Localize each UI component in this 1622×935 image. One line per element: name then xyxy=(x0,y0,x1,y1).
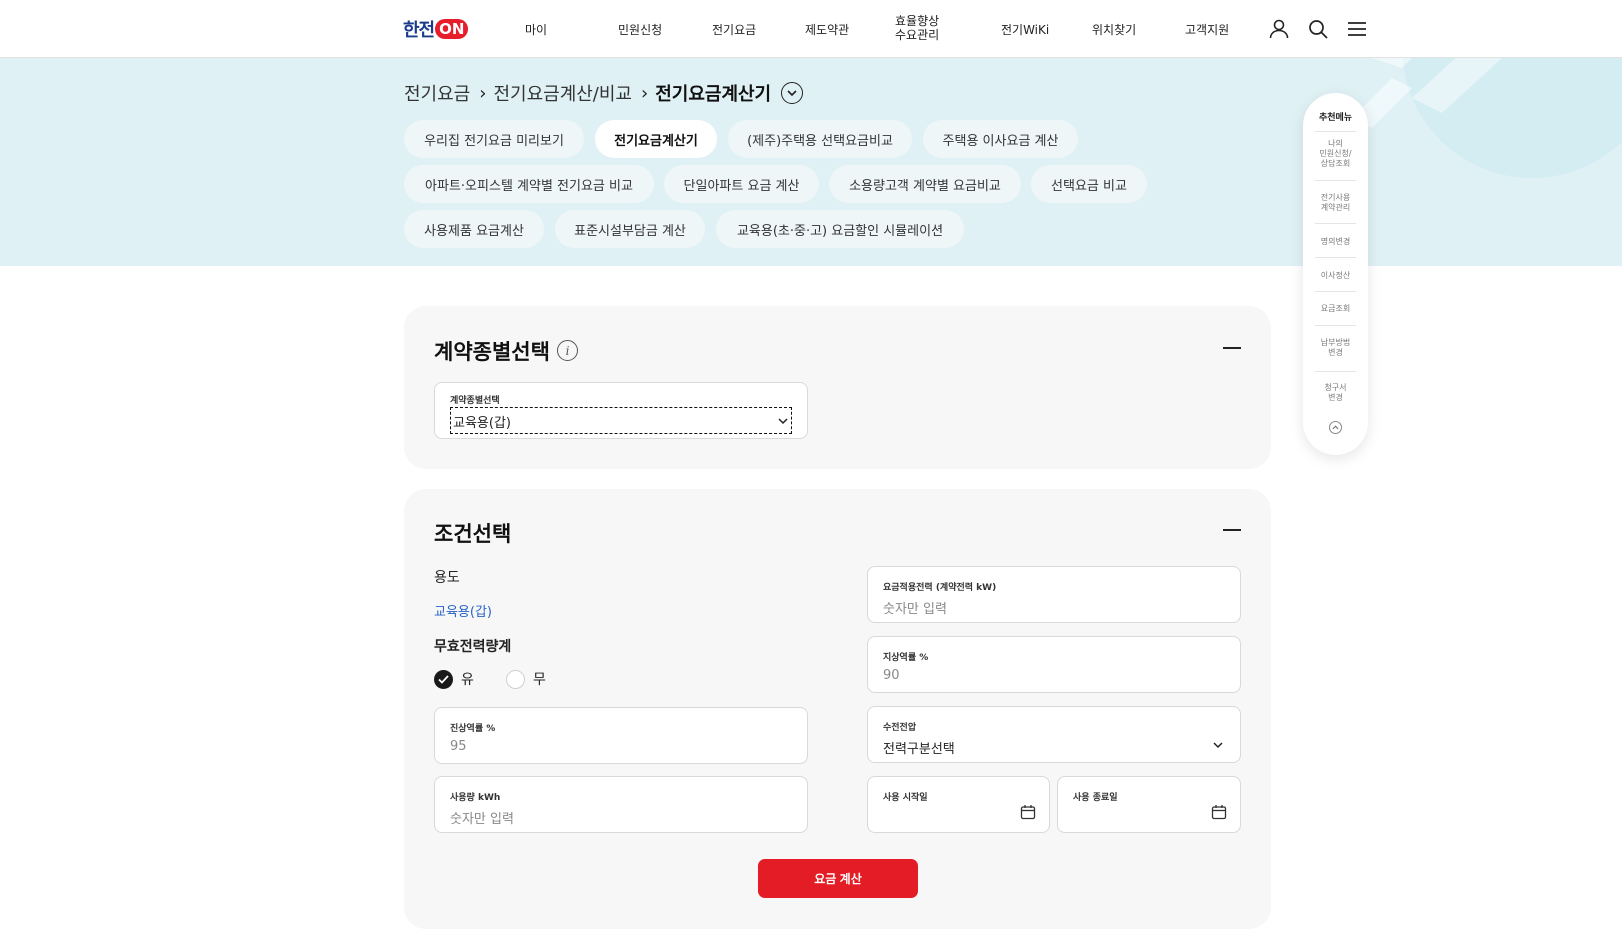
usage-kwh-placeholder: 숫자만 입력 xyxy=(450,812,514,827)
chevron-down-icon xyxy=(1213,742,1223,749)
scroll-top-icon[interactable] xyxy=(1329,421,1342,434)
quick-item-bill-inquiry[interactable]: 요금조회 xyxy=(1311,304,1360,314)
chip-appliance-bill-calc[interactable]: 사용제품 요금계산 xyxy=(404,210,544,248)
recommended-quick-menu: 추천메뉴 나의 민원신청/ 상담조회 전기사용 계약관리 명의변경 이사정산 요… xyxy=(1303,93,1368,455)
radio-yes-label: 유 xyxy=(461,672,474,688)
breadcrumb-calc-compare[interactable]: 전기요금계산/비교 xyxy=(493,80,632,106)
gnb-civil-request[interactable]: 민원신청 xyxy=(618,21,662,38)
logo-text: 한전 xyxy=(403,20,435,41)
calendar-icon[interactable] xyxy=(1211,804,1227,820)
contract-type-select[interactable]: 계약종별선택 교육용(갑) xyxy=(434,382,808,439)
menu-icon[interactable] xyxy=(1346,18,1368,40)
gnb-customer-support[interactable]: 고객지원 xyxy=(1185,21,1229,38)
chip-standard-facility-charge[interactable]: 표준시설부담금 계산 xyxy=(555,210,705,248)
user-icon[interactable] xyxy=(1268,18,1290,40)
quick-item-invoice-change[interactable]: 청구서 변경 xyxy=(1311,383,1360,403)
divider xyxy=(1315,325,1356,326)
divider xyxy=(1315,257,1356,258)
lag-power-factor-value: 95 xyxy=(450,739,467,754)
chip-single-apartment-calc[interactable]: 단일아파트 요금 계산 xyxy=(664,165,819,203)
divider xyxy=(1315,371,1356,372)
contract-power-input[interactable]: 요금적용전력 (계약전력 kW) 숫자만 입력 xyxy=(867,566,1241,623)
supply-voltage-select[interactable]: 수전전압 전력구분선택 xyxy=(867,706,1241,763)
contract-select-focus[interactable]: 교육용(갑) xyxy=(450,407,792,434)
breadcrumb: 전기요금 › 전기요금계산/비교 › 전기요금계산기 xyxy=(404,80,804,106)
contract-select-label: 계약종별선택 xyxy=(450,396,500,406)
chip-bill-calculator[interactable]: 전기요금계산기 xyxy=(595,120,717,158)
quick-item-payment-method[interactable]: 납부방법 변경 xyxy=(1311,338,1360,358)
chip-small-customer-compare[interactable]: 소용량고객 계약별 요금비교 xyxy=(829,165,1021,203)
calendar-icon[interactable] xyxy=(1020,804,1036,820)
breadcrumb-current: 전기요금계산기 xyxy=(655,84,772,105)
reactive-meter-label: 무효전력량계 xyxy=(434,639,512,655)
end-date-label: 사용 종료일 xyxy=(1073,793,1118,803)
lead-power-factor-field[interactable]: 지상역률 % 90 xyxy=(867,636,1241,693)
divider xyxy=(1315,131,1356,132)
divider xyxy=(1315,291,1356,292)
supply-voltage-value: 전력구분선택 xyxy=(883,742,955,757)
logo-on-badge: ON xyxy=(435,19,469,39)
search-icon[interactable] xyxy=(1307,18,1329,40)
contract-select-value: 교육용(갑) xyxy=(453,416,511,431)
quick-item-my-requests[interactable]: 나의 민원신청/ 상담조회 xyxy=(1311,139,1360,169)
quick-menu-title: 추천메뉴 xyxy=(1318,113,1353,123)
lead-power-factor-value: 90 xyxy=(883,668,900,683)
check-icon xyxy=(434,669,453,689)
chevron-down-icon xyxy=(778,418,788,425)
kepco-logo[interactable]: 한전 ON xyxy=(403,17,469,41)
calculate-bill-button[interactable]: 요금 계산 xyxy=(758,859,918,898)
quick-item-moving-settlement[interactable]: 이사정산 xyxy=(1311,271,1360,281)
breadcrumb-electric-bill[interactable]: 전기요금 xyxy=(404,80,470,106)
lead-power-factor-label: 지상역률 % xyxy=(883,653,929,663)
info-icon[interactable]: i xyxy=(557,340,578,361)
radio-no-label: 무 xyxy=(533,672,546,688)
divider xyxy=(1315,180,1356,181)
chip-jeju-residential-compare[interactable]: (제주)주택용 선택요금비교 xyxy=(728,120,912,158)
contract-panel-title: 계약종별선택 xyxy=(434,340,550,364)
gnb-efficiency-demand[interactable]: 효율향상 수요관리 xyxy=(895,14,939,42)
chip-education-discount-sim[interactable]: 교육용(초·중·고) 요금할인 시뮬레이션 xyxy=(716,210,964,248)
usage-kwh-input[interactable]: 사용량 kWh 숫자만 입력 xyxy=(434,776,808,833)
contract-type-panel: 계약종별선택 i 계약종별선택 교육용(갑) xyxy=(404,306,1271,469)
gnb-location[interactable]: 위치찾기 xyxy=(1092,21,1136,38)
chevron-right-icon: › xyxy=(479,82,487,104)
start-date-label: 사용 시작일 xyxy=(883,793,928,803)
divider xyxy=(1315,223,1356,224)
top-header: 한전 ON 마이 민원신청 전기요금 제도약관 효율향상 수요관리 전기WiKi… xyxy=(0,0,1622,58)
lag-power-factor-field[interactable]: 진상역률 % 95 xyxy=(434,707,808,764)
gnb-electric-wiki[interactable]: 전기WiKi xyxy=(1001,21,1049,38)
start-date-input[interactable]: 사용 시작일 xyxy=(867,776,1050,833)
chevron-down-circle-icon[interactable] xyxy=(781,82,804,104)
hero-decoration xyxy=(1352,58,1622,178)
lag-power-factor-label: 진상역률 % xyxy=(450,724,496,734)
conditions-panel-title: 조건선택 xyxy=(434,522,512,546)
usage-kwh-label: 사용량 kWh xyxy=(450,793,501,803)
quick-item-contract-manage[interactable]: 전기사용 계약관리 xyxy=(1311,193,1360,213)
end-date-input[interactable]: 사용 종료일 xyxy=(1057,776,1241,833)
chevron-right-icon: › xyxy=(641,82,649,104)
chip-home-bill-preview[interactable]: 우리집 전기요금 미리보기 xyxy=(404,120,584,158)
radio-reactive-no[interactable]: 무 xyxy=(506,669,546,689)
radio-reactive-yes[interactable]: 유 xyxy=(434,669,474,689)
gnb-policy-terms[interactable]: 제도약관 xyxy=(805,21,849,38)
chip-apartment-contract-compare[interactable]: 아파트·오피스텔 계약별 전기요금 비교 xyxy=(404,165,654,203)
gnb-electric-bill[interactable]: 전기요금 xyxy=(712,21,756,38)
contract-power-label: 요금적용전력 (계약전력 kW) xyxy=(883,583,997,593)
chip-optional-rate-compare[interactable]: 선택요금 비교 xyxy=(1031,165,1147,203)
gnb-my[interactable]: 마이 xyxy=(525,21,547,38)
radio-empty-icon xyxy=(506,669,525,689)
quick-item-name-change[interactable]: 명의변경 xyxy=(1311,237,1360,247)
chip-moving-bill-calc[interactable]: 주택용 이사요금 계산 xyxy=(923,120,1078,158)
collapse-icon[interactable] xyxy=(1223,347,1241,349)
usage-value: 교육용(갑) xyxy=(434,605,492,620)
usage-label: 용도 xyxy=(434,570,460,586)
contract-power-placeholder: 숫자만 입력 xyxy=(883,602,947,617)
supply-voltage-label: 수전전압 xyxy=(883,723,917,733)
collapse-icon[interactable] xyxy=(1223,529,1241,531)
